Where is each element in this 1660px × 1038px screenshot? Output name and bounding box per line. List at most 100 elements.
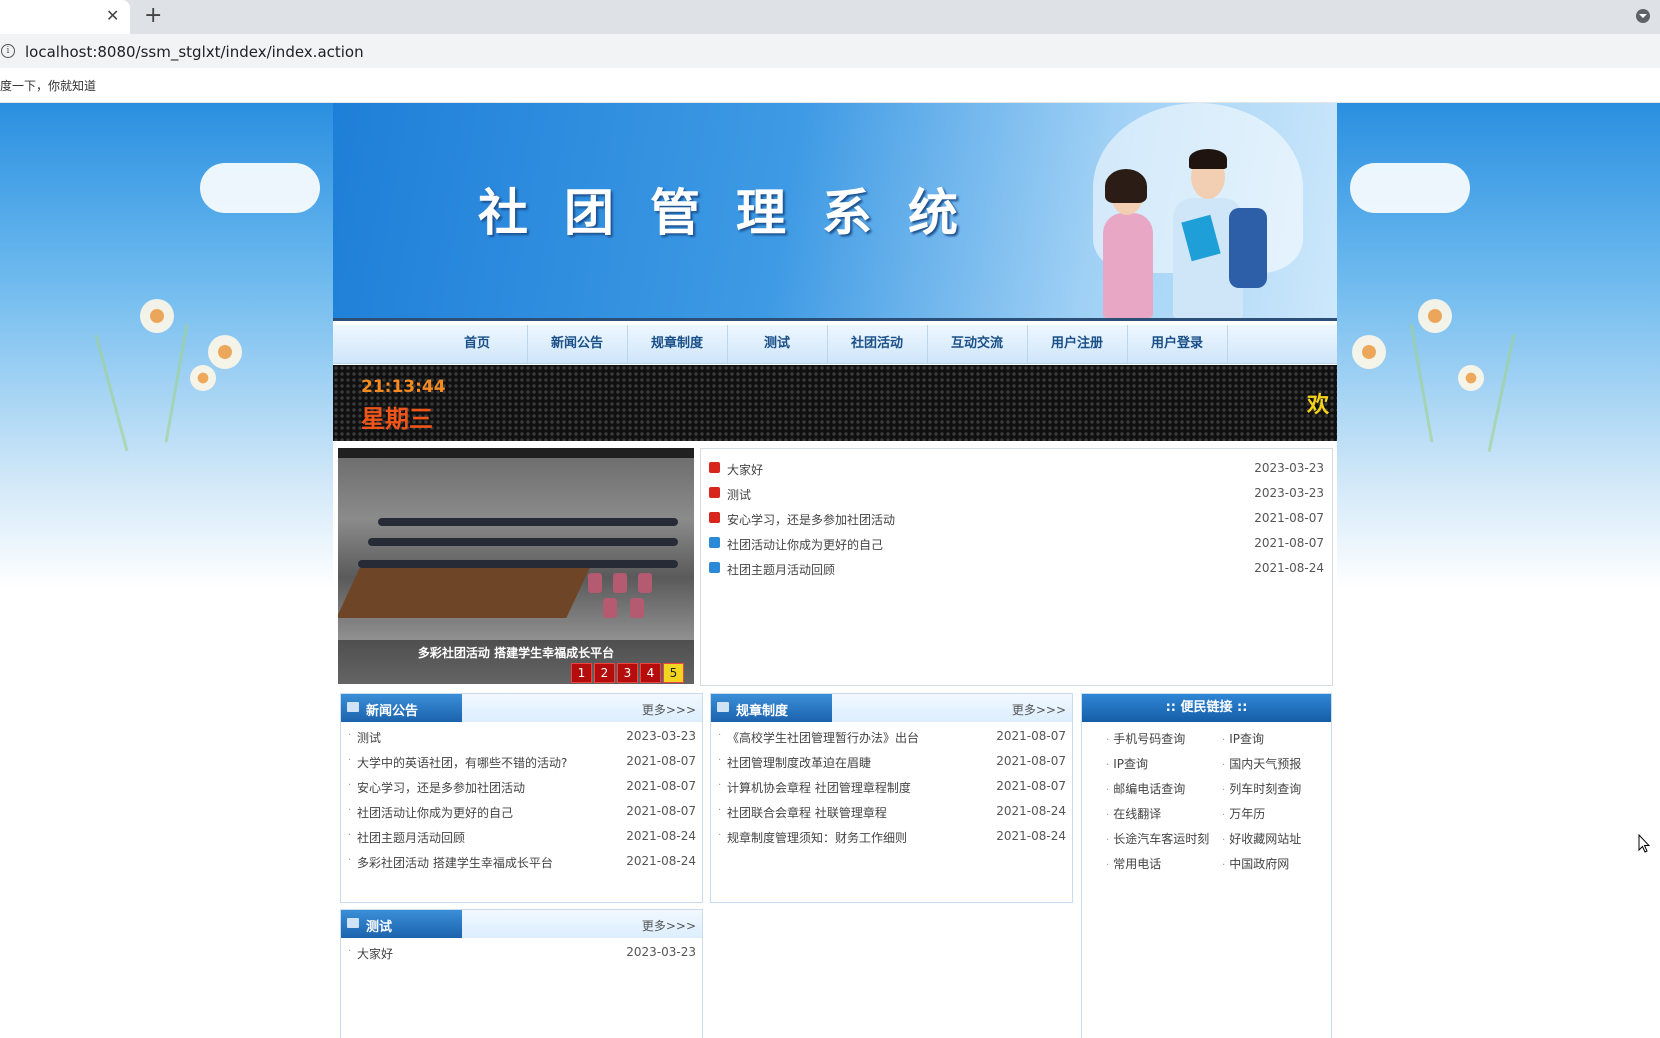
nav-news[interactable]: 新闻公告 [527, 325, 628, 363]
nav-interaction[interactable]: 互动交流 [927, 325, 1028, 363]
link-label[interactable]: 长途汽车客运时刻 [1113, 832, 1209, 846]
link-label[interactable]: 在线翻译 [1113, 807, 1161, 821]
slide-page-3[interactable]: 3 [617, 663, 638, 683]
bullet-icon: · [1222, 810, 1226, 821]
link-label[interactable]: 常用电话 [1113, 857, 1161, 871]
link-label[interactable]: 万年历 [1229, 807, 1265, 821]
list-item[interactable]: · 计算机协会章程 社团管理章程制度 2021-08-07 [711, 777, 1072, 801]
link-item[interactable]: · 好收藏网站址 [1222, 830, 1301, 847]
site-info-icon[interactable]: i [1, 44, 15, 58]
link-item[interactable]: · IP查询 [1222, 730, 1264, 747]
list-item[interactable]: 测试 2023-03-23 [709, 484, 1324, 508]
bullet-icon: · [348, 780, 352, 791]
list-item[interactable]: · 规章制度管理须知：财务工作细则 2021-08-24 [711, 827, 1072, 851]
more-link[interactable]: 更多>>> [1012, 701, 1066, 718]
list-item[interactable]: 安心学习，还是多参加社团活动 2021-08-07 [709, 509, 1324, 533]
link-item[interactable]: · 常用电话 [1106, 855, 1161, 872]
item-title[interactable]: 测试 [357, 729, 381, 746]
cloud-decoration [200, 163, 320, 213]
link-label[interactable]: 邮编电话查询 [1113, 782, 1185, 796]
bookmark-baidu[interactable]: 度一下，你就知道 [0, 77, 96, 94]
news-panel: 新闻公告 更多>>> · 测试 2023-03-23 · 大学中的英语社团，有哪些不错… [340, 693, 703, 903]
nav-home[interactable]: 首页 [427, 325, 528, 363]
item-title[interactable]: 安心学习，还是多参加社团活动 [357, 779, 525, 796]
list-item[interactable]: 社团主题月活动回顾 2021-08-24 [709, 559, 1324, 583]
slide-page-4[interactable]: 4 [640, 663, 661, 683]
panel-title: 规章制度 [736, 704, 789, 719]
item-title[interactable]: 社团联合会章程 社联管理章程 [727, 804, 887, 821]
audience-row [378, 518, 678, 526]
list-item[interactable]: · 社团联合会章程 社联管理章程 2021-08-24 [711, 802, 1072, 826]
url-field[interactable]: localhost:8080/ssm_stglxt/index/index.ac… [25, 43, 364, 61]
link-item[interactable]: · 在线翻译 [1106, 805, 1161, 822]
news-title[interactable]: 社团主题月活动回顾 [727, 561, 835, 578]
item-date: 2021-08-07 [996, 754, 1066, 768]
link-item[interactable]: · 国内天气预报 [1222, 755, 1301, 772]
flower-decoration [208, 335, 242, 369]
link-label[interactable]: 国内天气预报 [1229, 757, 1301, 771]
browser-tab[interactable]: ✕ [0, 0, 130, 34]
item-title[interactable]: 大家好 [357, 945, 393, 962]
link-label[interactable]: 列车时刻查询 [1229, 782, 1301, 796]
link-label[interactable]: 中国政府网 [1229, 857, 1289, 871]
list-item[interactable]: · 社团活动让你成为更好的自己 2021-08-07 [341, 802, 702, 826]
news-title[interactable]: 安心学习，还是多参加社团活动 [727, 511, 895, 528]
news-title[interactable]: 测试 [727, 486, 751, 503]
item-title[interactable]: 《高校学生社团管理暂行办法》出台 [727, 729, 919, 746]
news-title[interactable]: 大家好 [727, 461, 763, 478]
slide-page-5[interactable]: 5 [663, 663, 684, 683]
list-item[interactable]: · 大学中的英语社团，有哪些不错的活动? 2021-08-07 [341, 752, 702, 776]
hot-news-icon [709, 512, 720, 523]
grass-decoration [94, 334, 129, 452]
link-item[interactable]: · 列车时刻查询 [1222, 780, 1301, 797]
link-item[interactable]: · 长途汽车客运时刻 [1106, 830, 1209, 847]
link-label[interactable]: 好收藏网站址 [1229, 832, 1301, 846]
list-item[interactable]: · 多彩社团活动 搭建学生幸福成长平台 2021-08-24 [341, 852, 702, 876]
address-bar: i localhost:8080/ssm_stglxt/index/index.… [0, 34, 1660, 68]
more-link[interactable]: 更多>>> [642, 701, 696, 718]
link-item[interactable]: · 万年历 [1222, 805, 1265, 822]
link-item[interactable]: · 邮编电话查询 [1106, 780, 1185, 797]
nav-test[interactable]: 测试 [727, 325, 828, 363]
link-item[interactable]: · IP查询 [1106, 755, 1148, 772]
new-tab-icon[interactable]: + [144, 3, 162, 28]
item-title[interactable]: 社团管理制度改革迫在眉睫 [727, 754, 871, 771]
news-title[interactable]: 社团活动让你成为更好的自己 [727, 536, 883, 553]
nav-register[interactable]: 用户注册 [1027, 325, 1128, 363]
nav-activities[interactable]: 社团活动 [827, 325, 928, 363]
backpack-illustration [1229, 208, 1267, 288]
list-item[interactable]: · 《高校学生社团管理暂行办法》出台 2021-08-07 [711, 727, 1072, 751]
list-item[interactable]: · 大家好 2023-03-23 [341, 943, 702, 967]
bullet-icon: · [1222, 735, 1226, 746]
list-item[interactable]: · 社团主题月活动回顾 2021-08-24 [341, 827, 702, 851]
tab-search-icon[interactable] [1636, 9, 1650, 23]
item-title[interactable]: 多彩社团活动 搭建学生幸福成长平台 [357, 854, 553, 871]
item-title[interactable]: 计算机协会章程 社团管理章程制度 [727, 779, 911, 796]
slide-page-2[interactable]: 2 [594, 663, 615, 683]
seat-decoration [588, 573, 602, 593]
slide-page-1[interactable]: 1 [571, 663, 592, 683]
item-title[interactable]: 规章制度管理须知：财务工作细则 [727, 829, 907, 846]
link-label[interactable]: 手机号码查询 [1113, 732, 1185, 746]
item-title[interactable]: 社团活动让你成为更好的自己 [357, 804, 513, 821]
nav-rules[interactable]: 规章制度 [627, 325, 728, 363]
bullet-icon: · [718, 805, 722, 816]
more-link[interactable]: 更多>>> [642, 917, 696, 934]
list-item[interactable]: 大家好 2023-03-23 [709, 459, 1324, 483]
link-label[interactable]: IP查询 [1229, 732, 1264, 746]
nav-login[interactable]: 用户登录 [1127, 325, 1228, 363]
list-item[interactable]: · 安心学习，还是多参加社团活动 2021-08-07 [341, 777, 702, 801]
link-item[interactable]: · 手机号码查询 [1106, 730, 1185, 747]
slide-caption[interactable]: 多彩社团活动 搭建学生幸福成长平台 [338, 644, 694, 661]
list-item[interactable]: 社团活动让你成为更好的自己 2021-08-07 [709, 534, 1324, 558]
list-item[interactable]: · 社团管理制度改革迫在眉睫 2021-08-07 [711, 752, 1072, 776]
item-title[interactable]: 社团主题月活动回顾 [357, 829, 465, 846]
panel-title: 新闻公告 [366, 704, 419, 719]
item-date: 2021-08-24 [996, 829, 1066, 843]
close-tab-icon[interactable]: ✕ [106, 6, 119, 25]
link-label[interactable]: IP查询 [1113, 757, 1148, 771]
item-title[interactable]: 大学中的英语社团，有哪些不错的活动? [357, 754, 567, 771]
link-item[interactable]: · 中国政府网 [1222, 855, 1289, 872]
list-item[interactable]: · 测试 2023-03-23 [341, 727, 702, 751]
slideshow[interactable]: 多彩社团活动 搭建学生幸福成长平台 1 2 3 4 5 [338, 448, 694, 684]
